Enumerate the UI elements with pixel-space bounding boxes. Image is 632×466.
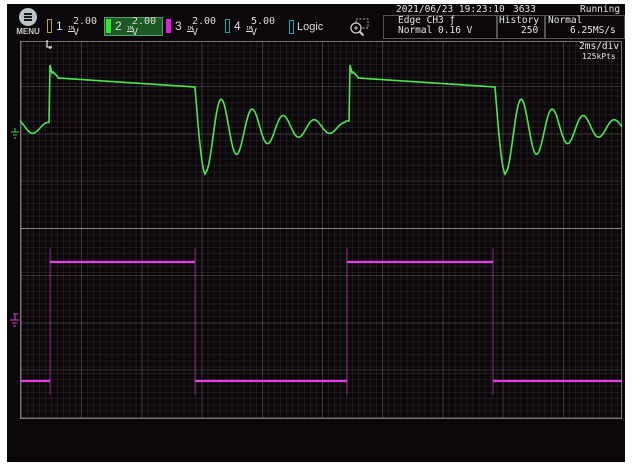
trigger-level: Normal 0.16 V	[398, 25, 473, 36]
acquisition-count: 3633	[513, 4, 536, 15]
channel-3-edge-lines	[49, 248, 494, 395]
channel-2-waveform	[19, 64, 623, 177]
timebase: 2ms/div	[579, 41, 620, 52]
channel-3-waveform	[20, 260, 622, 383]
history-value: 250	[521, 25, 539, 36]
sample-rate: 6.25MS/s	[570, 25, 616, 36]
datetime: 2021/06/23 19:23:10	[396, 4, 505, 15]
channel-3-ground-marker[interactable]	[10, 313, 19, 327]
channel-2-ground-marker[interactable]	[11, 128, 19, 139]
oscilloscope-screen: MENU 1 1M 2.00 V 2 1M 2.00 V 3 1M 2.00 V…	[7, 4, 625, 462]
run-state: Running	[580, 4, 621, 15]
record-length: 125kPts	[582, 52, 616, 61]
trigger-position-marker[interactable]	[46, 40, 52, 49]
